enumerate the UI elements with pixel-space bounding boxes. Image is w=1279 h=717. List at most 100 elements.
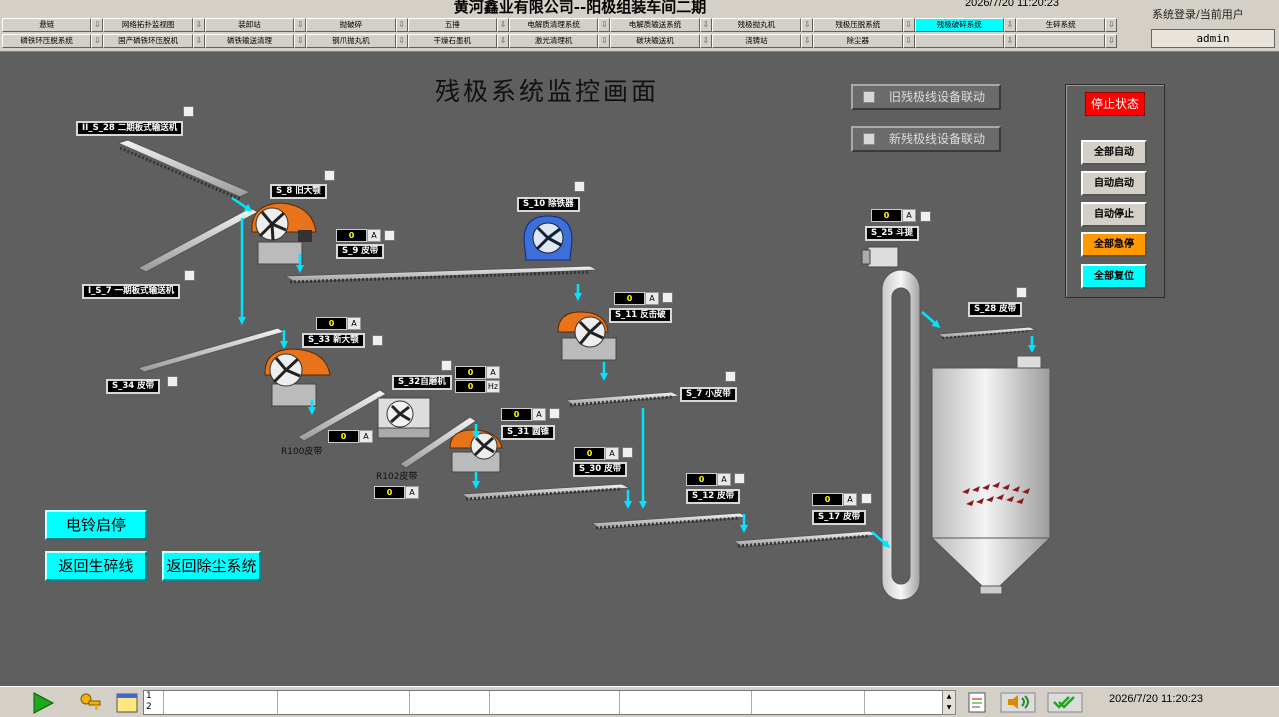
meter-s32-current: 0A <box>455 366 500 379</box>
message-scrollbar[interactable]: ▲ ▼ <box>942 690 956 715</box>
cone-crusher-s31-icon <box>449 429 503 473</box>
bucket-elevator-s25 <box>861 246 921 601</box>
message-index-1: 1 <box>146 691 152 701</box>
status-square-i-s7[interactable] <box>184 270 195 281</box>
meter-value: 0 <box>336 229 367 242</box>
status-square-s31[interactable] <box>549 408 560 419</box>
tag-s32[interactable]: S_32自磨机 <box>392 375 452 390</box>
belt-s30 <box>460 483 632 501</box>
meter-unit: A <box>902 209 916 222</box>
all-auto-button[interactable]: 全部自动 <box>1081 140 1147 165</box>
tag-s17[interactable]: S_17 皮带 <box>812 510 867 525</box>
crusher-s11-icon <box>557 311 617 361</box>
check-icon[interactable] <box>1047 691 1083 713</box>
belt-s9 <box>283 265 599 284</box>
tag-ii-s28-conveyor[interactable]: II_S_28 二期板式输送机 <box>76 121 184 136</box>
status-square-s32[interactable] <box>441 360 452 371</box>
belt-s12 <box>590 512 750 530</box>
status-square-s9[interactable] <box>384 230 395 241</box>
message-divider <box>864 691 865 714</box>
status-square-s25[interactable] <box>920 211 931 222</box>
message-divider <box>751 691 752 714</box>
status-square-s17[interactable] <box>861 493 872 504</box>
meter-s32-frequency: 0 Hz <box>455 380 500 393</box>
meter-s12: 0A <box>686 473 731 486</box>
sound-icon[interactable] <box>1000 691 1036 713</box>
tag-i-s7-conveyor[interactable]: I_S_7 一期板式输送机 <box>82 284 181 299</box>
belt-s17 <box>732 530 880 548</box>
tag-s8[interactable]: S_8 旧大颚 <box>270 184 327 199</box>
back-to-dust-system-button[interactable]: 返回除尘系统 <box>162 551 261 581</box>
status-square-s12[interactable] <box>734 473 745 484</box>
tag-s33[interactable]: S_33 新大颚 <box>302 333 365 348</box>
auto-start-button[interactable]: 自动启动 <box>1081 171 1147 196</box>
magnet-s10-icon <box>523 215 573 261</box>
tag-s25[interactable]: S_25 斗提 <box>865 226 920 241</box>
tag-s9[interactable]: S_9 皮带 <box>336 244 385 259</box>
crusher-s33-icon <box>264 348 331 407</box>
old-line-linkage-label: 旧残极线设备联动 <box>889 90 986 104</box>
silo-icon <box>930 355 1052 595</box>
tag-s31[interactable]: S_31 圆锥 <box>501 425 556 440</box>
status-square-s10[interactable] <box>574 181 585 192</box>
status-square-ii-s28[interactable] <box>183 106 194 117</box>
meter-unit: A <box>405 486 419 499</box>
meter-r102: 0A <box>374 486 419 499</box>
play-icon[interactable] <box>31 691 55 715</box>
meter-value: 0 <box>374 486 405 499</box>
new-line-linkage-label: 新残极线设备联动 <box>889 132 986 146</box>
back-to-crushing-line-button[interactable]: 返回生碎线 <box>45 551 147 581</box>
meter-value: 0 <box>871 209 902 222</box>
old-line-linkage-toggle[interactable]: 旧残极线设备联动 <box>851 84 1001 110</box>
meter-value: 0 <box>316 317 347 330</box>
status-square-s33[interactable] <box>372 335 383 346</box>
meter-value: 0 <box>812 493 843 506</box>
old-line-linkage-checkbox[interactable] <box>863 91 875 103</box>
key-icon[interactable] <box>78 691 102 715</box>
message-divider <box>619 691 620 714</box>
status-square-s11[interactable] <box>662 292 673 303</box>
conveyor-ii-s28 <box>116 139 252 201</box>
mill-s32-icon <box>377 397 431 439</box>
label-r100: R100皮带 <box>281 447 323 457</box>
message-index: 12 <box>144 691 164 714</box>
document-icon[interactable] <box>966 691 988 713</box>
bell-toggle-button[interactable]: 电铃启停 <box>45 510 147 540</box>
meter-value: 0 <box>501 408 532 421</box>
tag-s28-belt[interactable]: S_28 皮带 <box>968 302 1023 317</box>
meter-s17: 0A <box>812 493 857 506</box>
belt-s34 <box>136 327 286 373</box>
auto-stop-button[interactable]: 自动停止 <box>1081 202 1147 227</box>
meter-unit: A <box>347 317 361 330</box>
status-square-s28[interactable] <box>1016 287 1027 298</box>
reset-all-button[interactable]: 全部复位 <box>1081 264 1147 289</box>
page-heading: 残极系统监控画面 <box>435 77 660 106</box>
status-square-s8[interactable] <box>324 170 335 181</box>
meter-value: 0 <box>574 447 605 460</box>
meter-unit: A <box>717 473 731 486</box>
tag-s30[interactable]: S_30 皮带 <box>573 462 628 477</box>
status-square-s7-small[interactable] <box>725 371 736 382</box>
meter-s30: 0A <box>574 447 619 460</box>
meter-s31: 0A <box>501 408 546 421</box>
tag-s10[interactable]: S_10 除铁器 <box>517 197 580 212</box>
meter-value: 0 <box>614 292 645 305</box>
bottom-datetime: 2026/7/20 11:20:23 <box>1109 693 1203 705</box>
new-line-linkage-toggle[interactable]: 新残极线设备联动 <box>851 126 1001 152</box>
crusher-s8-icon <box>251 202 317 265</box>
meter-s25: 0A <box>871 209 916 222</box>
window-icon[interactable] <box>115 691 139 715</box>
emergency-stop-all-button[interactable]: 全部急停 <box>1081 232 1147 257</box>
status-square-s34[interactable] <box>167 376 178 387</box>
alarm-message-box[interactable]: 12 <box>143 690 956 715</box>
meter-r100: 0A <box>328 430 373 443</box>
meter-unit: A <box>486 366 500 379</box>
tag-s11[interactable]: S_11 反击破 <box>609 308 672 323</box>
tag-s34[interactable]: S_34 皮带 <box>106 379 161 394</box>
tag-s12[interactable]: S_12 皮带 <box>686 489 741 504</box>
meter-unit: A <box>359 430 373 443</box>
status-square-s30[interactable] <box>622 447 633 458</box>
meter-s33: 0A <box>316 317 361 330</box>
tag-s7-small-belt[interactable]: S_7 小皮带 <box>680 387 737 402</box>
new-line-linkage-checkbox[interactable] <box>863 133 875 145</box>
